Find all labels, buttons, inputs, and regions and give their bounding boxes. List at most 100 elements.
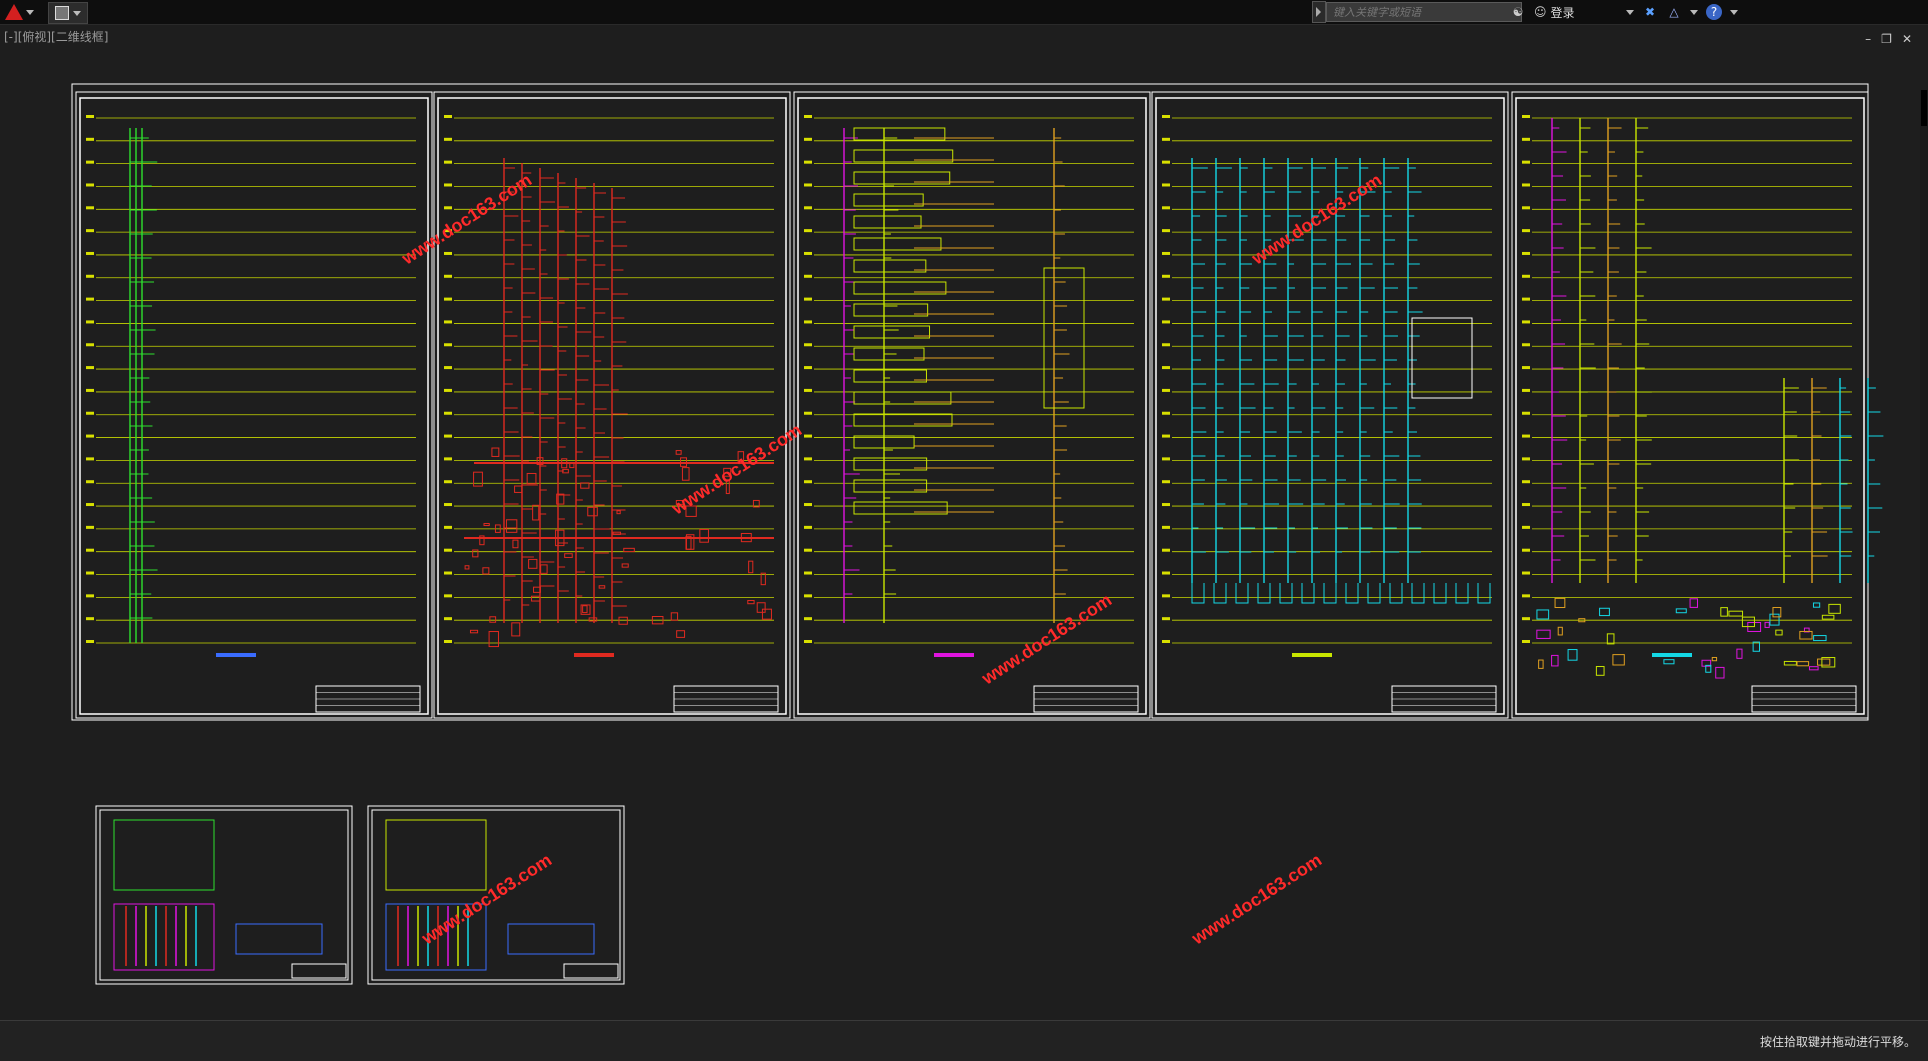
pump-fitting xyxy=(1557,626,1563,636)
expand-search-icon[interactable] xyxy=(1312,1,1326,23)
application-menu-button[interactable] xyxy=(2,1,45,23)
floor-label-mark xyxy=(1522,388,1530,392)
floor-label-mark xyxy=(1522,297,1530,301)
drawing-canvas[interactable]: www.doc163.com www.doc163.com www.doc163.c… xyxy=(0,24,1928,1020)
autocad-logo-icon xyxy=(5,4,23,20)
floor-label-mark xyxy=(86,480,94,484)
small-title-block xyxy=(291,963,347,979)
floor-label-mark xyxy=(444,388,452,392)
pump-fitting xyxy=(1783,660,1797,666)
riser-loop xyxy=(1323,583,1337,604)
floor-label-mark xyxy=(1522,457,1530,461)
chevron-down-icon[interactable] xyxy=(1690,9,1698,15)
pump-fitting xyxy=(1536,629,1551,639)
floor-label-mark xyxy=(1162,480,1170,484)
pipe-fitting xyxy=(472,549,479,558)
floor-label-mark xyxy=(804,388,812,392)
watermark-text: www.doc163.com xyxy=(1187,850,1325,949)
floor-label-mark xyxy=(804,137,812,141)
floor-label-mark xyxy=(444,183,452,187)
floor-label-mark xyxy=(1522,206,1530,210)
floor-label-mark xyxy=(86,320,94,324)
help-icon[interactable]: ? xyxy=(1706,4,1722,20)
floor-label-mark xyxy=(1162,251,1170,255)
scrollbar-thumb[interactable] xyxy=(1921,90,1927,126)
floor-label-mark xyxy=(1522,274,1530,278)
floor-label-mark xyxy=(804,183,812,187)
floor-label-mark xyxy=(804,251,812,255)
floor-label-mark xyxy=(86,525,94,529)
floor-label-mark xyxy=(86,343,94,347)
pipe-fitting xyxy=(675,450,682,455)
pipe-fitting xyxy=(488,631,499,648)
sheet-outer-border xyxy=(1151,91,1509,719)
sheet-inner-border xyxy=(1155,97,1505,715)
pump-fitting xyxy=(1599,607,1610,617)
chevron-down-icon[interactable] xyxy=(1730,9,1738,15)
floor-label-mark xyxy=(1522,343,1530,347)
floor-label-mark xyxy=(804,457,812,461)
riser-loop xyxy=(1455,583,1469,604)
riser-loop xyxy=(1433,583,1447,604)
floor-label-mark xyxy=(1162,320,1170,324)
floor-label-mark xyxy=(1162,160,1170,164)
binoculars-icon[interactable]: ☯ xyxy=(1510,4,1526,20)
pipe-fitting xyxy=(512,539,519,549)
pipe-fitting xyxy=(530,595,541,602)
floor-label-mark xyxy=(1162,571,1170,575)
pipe-fitting xyxy=(580,482,590,489)
floor-label-mark xyxy=(1162,206,1170,210)
pump-fitting xyxy=(1828,603,1841,614)
floor-label-mark xyxy=(1162,503,1170,507)
pipe-fitting xyxy=(464,565,470,570)
floor-label-mark xyxy=(1162,388,1170,392)
floor-label-mark xyxy=(1522,115,1530,118)
floor-label-mark xyxy=(86,548,94,552)
floor-label-mark xyxy=(86,137,94,141)
pipe-fitting xyxy=(526,472,537,485)
pipe-fitting xyxy=(685,534,695,550)
floor-label-mark xyxy=(804,525,812,529)
pipe-fitting xyxy=(616,510,621,515)
chevron-down-icon xyxy=(26,9,34,15)
pipe-fitting xyxy=(483,523,490,527)
floor-label-mark xyxy=(86,297,94,301)
pipe-fitting xyxy=(670,612,679,621)
watermark-text: www.doc163.com xyxy=(1247,170,1385,269)
floor-label-mark xyxy=(804,480,812,484)
edit-icon xyxy=(55,6,69,20)
floor-label-mark xyxy=(444,617,452,621)
chevron-down-icon xyxy=(73,10,81,16)
pump-fitting xyxy=(1538,659,1544,669)
search-box xyxy=(1312,1,1522,23)
pipe-fitting xyxy=(514,485,523,493)
search-input[interactable] xyxy=(1326,2,1522,22)
vertical-scrollbar[interactable] xyxy=(1920,90,1928,1000)
floor-label-mark xyxy=(86,366,94,370)
pump-fitting xyxy=(1711,656,1718,662)
pump-fitting xyxy=(1663,659,1675,665)
exchange-icon[interactable]: ✖ xyxy=(1642,4,1658,20)
floor-label-mark xyxy=(86,251,94,255)
pipe-fitting xyxy=(505,519,518,533)
pump-fitting xyxy=(1612,654,1625,666)
autodesk-online-icon[interactable]: △ xyxy=(1666,4,1682,20)
detail-box xyxy=(1411,317,1473,399)
pump-fitting xyxy=(1741,616,1755,628)
login-button[interactable]: ☺ 登录 xyxy=(1534,4,1634,21)
floor-label-mark xyxy=(1162,434,1170,438)
floor-label-mark xyxy=(1162,229,1170,233)
floor-label-mark xyxy=(86,229,94,233)
floor-label-mark xyxy=(444,571,452,575)
pipe-fitting xyxy=(699,528,709,543)
quick-access-button[interactable] xyxy=(48,2,88,24)
floor-label-mark xyxy=(804,411,812,415)
riser-loop xyxy=(1279,583,1293,604)
riser-loop xyxy=(1367,583,1381,604)
equipment-box xyxy=(853,215,922,229)
floor-label-mark xyxy=(1162,297,1170,301)
watermark-text: www.doc163.com xyxy=(397,170,535,269)
pump-fitting xyxy=(1813,635,1827,642)
sheet-inner-border xyxy=(797,97,1147,715)
floor-label-mark xyxy=(804,297,812,301)
